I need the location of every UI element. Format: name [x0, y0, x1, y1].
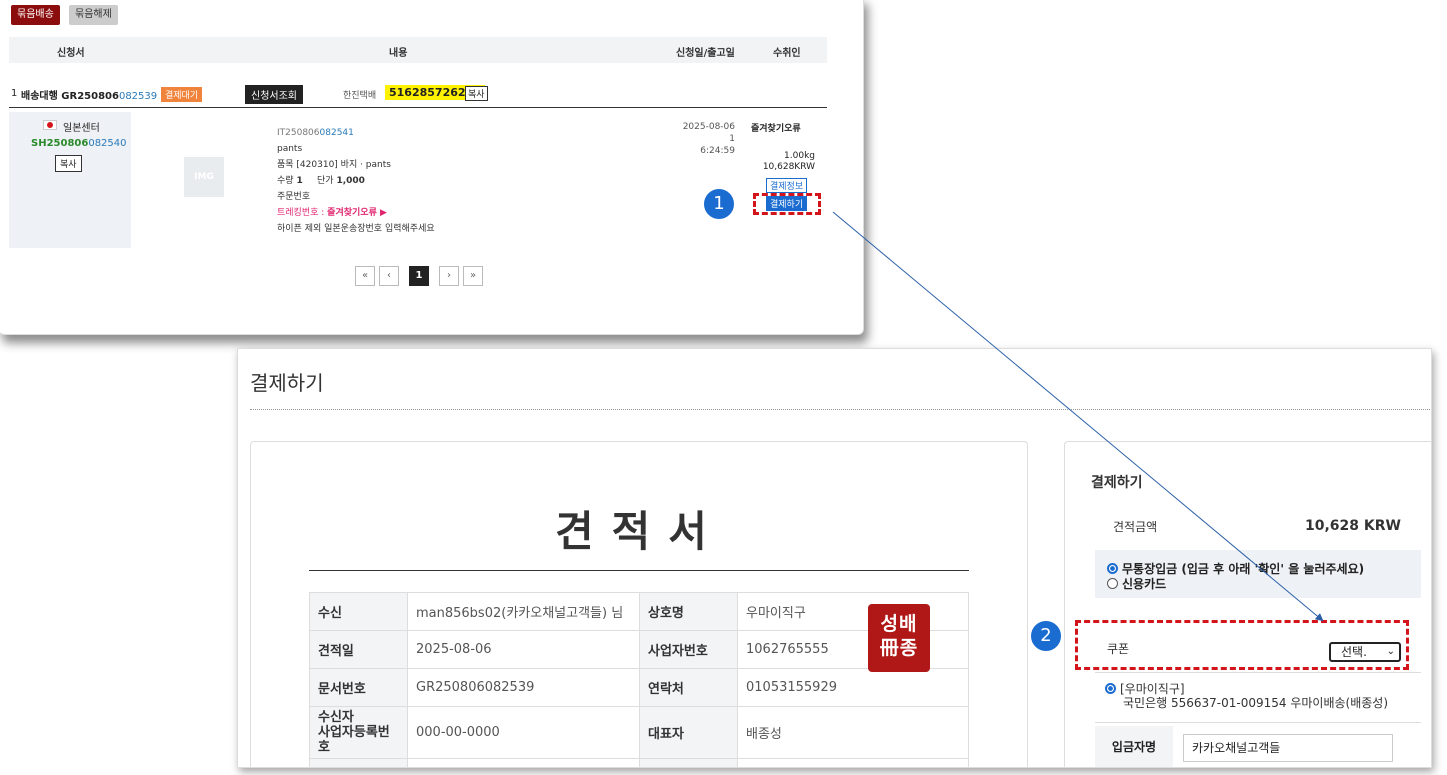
- connector-arrow-icon: [832, 211, 1324, 622]
